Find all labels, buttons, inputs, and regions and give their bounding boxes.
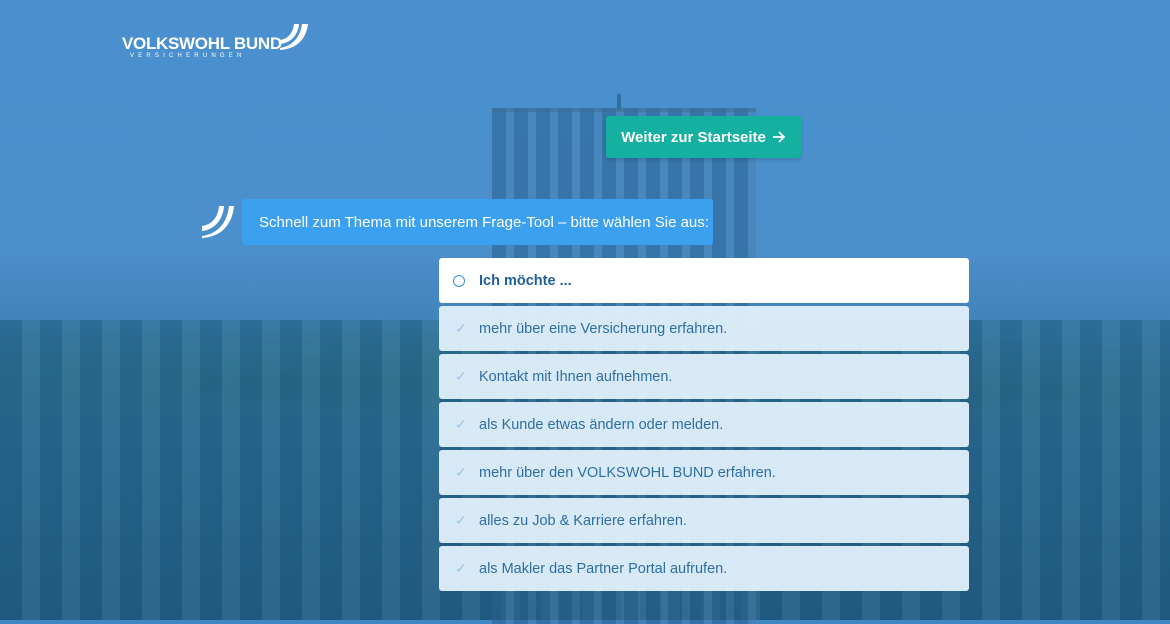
radio-circle-icon (453, 274, 465, 287)
chat-swoosh-icon (202, 206, 234, 238)
check-icon: ✓ (455, 320, 467, 336)
option-label: als Kunde etwas ändern oder melden. (479, 416, 724, 433)
logo-wordmark: VOLKSWOHL BUND (122, 34, 282, 53)
option-label: als Makler das Partner Portal aufrufen. (479, 560, 728, 577)
logo-swoosh-icon (280, 24, 308, 50)
option-insurance[interactable]: ✓ mehr über eine Versicherung erfahren. (439, 306, 969, 351)
check-icon: ✓ (455, 416, 467, 432)
brand-logo[interactable]: VOLKSWOHL BUND VERSICHERUNGEN (122, 22, 312, 66)
option-jobs-career[interactable]: ✓ alles zu Job & Karriere erfahren. (439, 498, 969, 543)
logo-subtitle: VERSICHERUNGEN (130, 53, 246, 59)
option-customer-change[interactable]: ✓ als Kunde etwas ändern oder melden. (439, 402, 969, 447)
option-about-company[interactable]: ✓ mehr über den VOLKSWOHL BUND erfahren. (439, 450, 969, 495)
check-icon: ✓ (455, 560, 467, 576)
check-icon: ✓ (455, 368, 467, 384)
continue-to-homepage-button[interactable]: Weiter zur Startseite (606, 116, 801, 158)
option-label: mehr über eine Versicherung erfahren. (479, 320, 728, 337)
options-list: Ich möchte ... ✓ mehr über eine Versiche… (439, 258, 969, 594)
check-icon: ✓ (455, 512, 467, 528)
option-label: mehr über den VOLKSWOHL BUND erfahren. (479, 464, 776, 481)
option-label: Kontakt mit Ihnen aufnehmen. (479, 368, 673, 385)
check-icon: ✓ (455, 464, 467, 480)
question-label: Ich möchte ... (479, 272, 572, 289)
arrow-right-icon (772, 131, 786, 143)
prompt-text: Schnell zum Thema mit unserem Frage-Tool… (259, 213, 709, 231)
option-partner-portal[interactable]: ✓ als Makler das Partner Portal aufrufen… (439, 546, 969, 591)
question-prompt-bubble: Schnell zum Thema mit unserem Frage-Tool… (242, 199, 713, 245)
option-contact[interactable]: ✓ Kontakt mit Ihnen aufnehmen. (439, 354, 969, 399)
cta-label: Weiter zur Startseite (621, 128, 766, 146)
question-header[interactable]: Ich möchte ... (439, 258, 969, 303)
option-label: alles zu Job & Karriere erfahren. (479, 512, 687, 529)
